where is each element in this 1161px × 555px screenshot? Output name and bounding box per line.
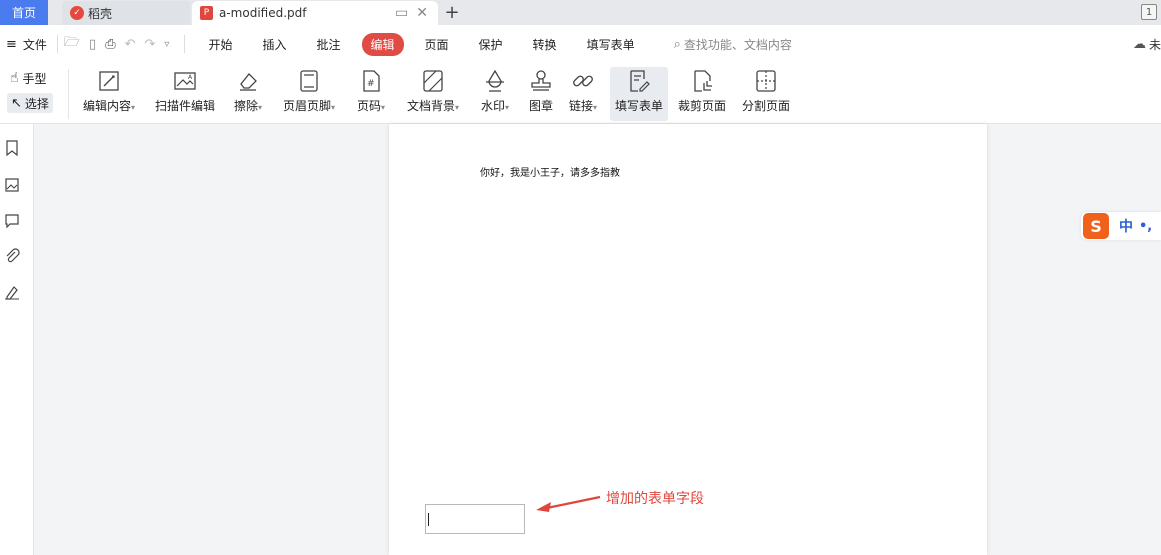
header-footer-label: 页眉页脚 — [282, 99, 331, 113]
signature-icon[interactable] — [4, 284, 20, 300]
link-label: 链接 — [568, 99, 593, 113]
watermark-label: 水印 — [480, 99, 505, 113]
tab-pdf-document[interactable]: P a-modified.pdf ▭ ✕ — [192, 1, 438, 25]
header-footer-button[interactable]: 页眉页脚▾ — [280, 67, 338, 121]
fill-form-label: 填写表单 — [614, 99, 663, 113]
link-icon — [573, 75, 593, 87]
form-text-field[interactable] — [425, 504, 525, 534]
hamburger-icon: ≡ — [6, 36, 17, 52]
eraser-button[interactable]: 擦除▾ — [230, 67, 266, 121]
search-icon: ⌕ — [673, 36, 681, 52]
cloud-status-label: 未 — [1148, 38, 1161, 52]
cloud-sync-status[interactable]: ☁ 未 — [1133, 36, 1161, 53]
new-tab-button[interactable]: + — [438, 0, 466, 25]
menu-tab-start[interactable]: 开始 — [199, 33, 241, 56]
menu-tab-comment[interactable]: 批注 — [307, 33, 349, 56]
page-number-button[interactable]: # 页码▾ — [353, 67, 389, 121]
crop-page-label: 裁剪页面 — [677, 99, 726, 113]
stamp-label: 图章 — [528, 99, 553, 113]
text-cursor — [428, 513, 429, 526]
tab-daoke-label: 稻壳 — [88, 6, 113, 21]
tab-home[interactable]: 首页 — [0, 0, 48, 25]
scan-edit-icon: A — [174, 72, 196, 90]
page-indicator-icon[interactable]: 1 — [1141, 4, 1157, 20]
close-tab-icon[interactable]: ✕ — [416, 5, 428, 21]
comment-icon[interactable] — [4, 213, 20, 229]
header-footer-icon — [300, 70, 318, 92]
svg-text:#: # — [367, 79, 375, 89]
fill-form-icon — [630, 70, 650, 92]
daoke-logo-icon: ✓ — [70, 6, 84, 20]
cursor-arrow-icon: ↖ — [11, 95, 22, 111]
fill-form-button[interactable]: 填写表单 — [610, 67, 668, 121]
menu-tab-convert[interactable]: 转换 — [524, 33, 566, 56]
print-icon[interactable]: ⎙ — [105, 37, 115, 52]
select-tool-button[interactable]: ↖ 选择 — [7, 93, 53, 113]
tab-home-label: 首页 — [11, 6, 36, 20]
bookmark-icon[interactable] — [4, 140, 20, 156]
menu-tab-fill-form[interactable]: 填写表单 — [578, 33, 644, 56]
tab-daoke[interactable]: ✓ 稻壳 — [62, 1, 190, 25]
file-menu-label: 文件 — [22, 37, 47, 52]
hand-tool-label: 手型 — [22, 71, 47, 86]
ime-punctuation-label[interactable]: •, — [1139, 219, 1152, 234]
svg-text:A: A — [188, 74, 193, 81]
ime-mode-label[interactable]: 中 — [1119, 216, 1133, 236]
split-page-button[interactable]: 分割页面 — [740, 67, 792, 121]
thumbnail-icon[interactable] — [4, 177, 20, 193]
background-icon — [423, 70, 443, 92]
split-page-icon — [756, 70, 776, 92]
open-folder-icon[interactable]: 🗁 — [64, 33, 80, 55]
pdf-file-icon: P — [200, 6, 213, 20]
stamp-icon — [531, 70, 551, 91]
left-sidebar — [0, 124, 34, 555]
hand-tool-button[interactable]: ☝ 手型 — [10, 68, 47, 88]
watermark-button[interactable]: 水印▾ — [477, 67, 513, 121]
edit-content-button[interactable]: 编辑内容▾ — [80, 67, 138, 121]
edit-content-label: 编辑内容 — [82, 99, 131, 113]
scan-edit-label: 扫描件编辑 — [154, 99, 215, 113]
crop-page-icon — [694, 70, 712, 92]
document-text: 你好，我是小王子，请多多指教 — [480, 168, 620, 179]
page-number-icon: # — [363, 70, 380, 92]
tab-bar: 首页 ✓ 稻壳 P a-modified.pdf ▭ ✕ + 1 — [0, 0, 1161, 25]
hand-icon: ☝ — [10, 70, 19, 86]
eraser-icon — [240, 73, 257, 91]
tab-pdf-label: a-modified.pdf — [219, 6, 307, 20]
quick-access-dropdown-icon[interactable]: ▿ — [164, 39, 169, 50]
save-icon[interactable]: ▯ — [89, 37, 96, 52]
file-menu-button[interactable]: ≡ 文件 — [6, 36, 47, 53]
undo-icon[interactable]: ↶ — [125, 37, 136, 52]
document-background-label: 文档背景 — [406, 99, 455, 113]
menu-row: ≡ 文件 🗁 ▯ ⎙ ↶ ↷ ▿ 开始 插入 批注 编辑 页面 保护 转换 填写… — [0, 25, 1161, 63]
watermark-icon — [486, 69, 504, 92]
edit-content-icon — [99, 71, 119, 91]
menu-tab-protect[interactable]: 保护 — [470, 33, 512, 56]
page-indicator-label: 1 — [1145, 6, 1153, 18]
search-box[interactable]: ⌕ 查找功能、文档内容 — [674, 36, 792, 53]
annotation-arrow — [536, 495, 601, 512]
page-number-label: 页码 — [356, 99, 381, 113]
eraser-label: 擦除 — [233, 99, 258, 113]
menu-tab-page[interactable]: 页面 — [416, 33, 458, 56]
redo-icon[interactable]: ↷ — [145, 37, 156, 52]
scan-edit-button[interactable]: A 扫描件编辑 — [154, 67, 216, 121]
pin-icon[interactable]: ▭ — [395, 5, 408, 21]
link-button[interactable]: 链接▾ — [565, 67, 601, 121]
split-page-label: 分割页面 — [741, 99, 790, 113]
search-placeholder: 查找功能、文档内容 — [683, 37, 792, 52]
sogou-logo-icon: S — [1083, 213, 1109, 239]
ime-toolbar[interactable]: S 中 •, — [1081, 212, 1161, 240]
menu-tab-insert[interactable]: 插入 — [253, 33, 295, 56]
select-tool-label: 选择 — [24, 96, 49, 111]
annotation-label: 增加的表单字段 — [606, 491, 704, 507]
document-background-button[interactable]: 文档背景▾ — [404, 67, 462, 121]
menu-tab-edit[interactable]: 编辑 — [361, 32, 404, 56]
cloud-icon: ☁ — [1132, 37, 1146, 52]
edit-ribbon: ☝ 手型 ↖ 选择 编辑内容▾ A 扫描件编辑 擦除▾ 页眉页脚▾ # 页码▾ … — [0, 63, 1161, 124]
crop-page-button[interactable]: 裁剪页面 — [676, 67, 728, 121]
stamp-button[interactable]: 图章 — [527, 67, 555, 121]
attachment-icon[interactable] — [4, 248, 20, 264]
